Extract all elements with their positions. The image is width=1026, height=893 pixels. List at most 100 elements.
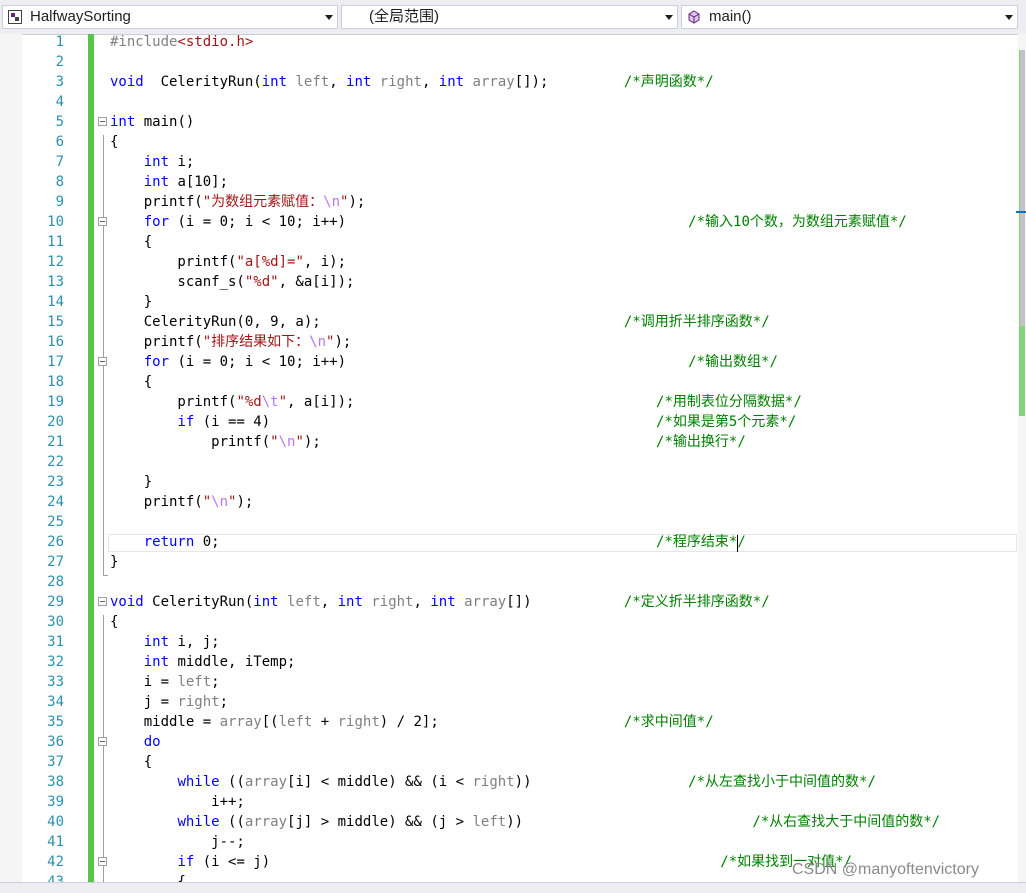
code-token: int	[438, 74, 465, 90]
code-line[interactable]: 14 }	[0, 292, 1018, 312]
code-line[interactable]: 30 {	[0, 612, 1018, 632]
collapse-icon[interactable]	[98, 857, 107, 866]
code-text: }	[110, 472, 152, 492]
code-line[interactable]: 41 j--;	[0, 832, 1018, 852]
code-comment: /*程序结束*/	[656, 534, 746, 550]
code-line[interactable]: 10 for (i = 0; i < 10; i++) /*输入10个数，为数组元…	[0, 212, 1018, 232]
line-number: 14	[47, 294, 64, 310]
code-text: }	[110, 552, 118, 572]
code-line[interactable]: 7 int i;	[0, 152, 1018, 172]
code-token: a[10];	[169, 174, 229, 190]
code-line[interactable]: 38 while ((array[i] < middle) && (i < ri…	[0, 772, 1018, 792]
chevron-down-icon[interactable]	[1005, 15, 1013, 20]
member-dropdown[interactable]: main()	[681, 5, 1018, 29]
code-line[interactable]: 39 i++;	[0, 792, 1018, 812]
code-token: for	[143, 354, 170, 370]
code-editor[interactable]: 1 #include<stdio.h> 2 3 void CelerityRun(int…	[0, 34, 1018, 882]
code-line[interactable]: 27}	[0, 552, 1018, 572]
line-number: 27	[47, 554, 64, 570]
code-line[interactable]: 18 {	[0, 372, 1018, 392]
code-line[interactable]: 13 scanf_s("%d", &a[i]);	[0, 272, 1018, 292]
code-token: array	[244, 814, 288, 830]
code-line[interactable]: 17 for (i = 0; i < 10; i++) /*输出数组*/	[0, 352, 1018, 372]
code-line[interactable]: 21 printf("\n");/*输出换行*/	[0, 432, 1018, 452]
collapse-icon[interactable]	[98, 357, 107, 366]
scrollbar-thumb[interactable]	[1020, 50, 1025, 326]
code-token: do	[143, 734, 161, 750]
code-line[interactable]: 37 {	[0, 752, 1018, 772]
code-line[interactable]: 9 printf("为数组元素赋值：\n");	[0, 192, 1018, 212]
code-line[interactable]: 3 void CelerityRun(int left, int right, i…	[0, 72, 1018, 92]
code-line[interactable]: 29 void CelerityRun(int left, int right, …	[0, 592, 1018, 612]
line-number: 39	[47, 794, 64, 810]
line-number: 25	[47, 514, 64, 530]
code-line[interactable]: 23 }	[0, 472, 1018, 492]
line-number: 29	[47, 594, 64, 610]
code-token: right	[337, 714, 380, 730]
code-line[interactable]: 16 printf("排序结果如下：\n");	[0, 332, 1018, 352]
code-token: left	[278, 714, 313, 730]
code-line[interactable]: 35 middle = array[(left + right) / 2]; /*…	[0, 712, 1018, 732]
chevron-down-icon[interactable]	[325, 15, 333, 20]
code-line[interactable]: 32 int middle, iTemp;	[0, 652, 1018, 672]
code-line[interactable]: 20 if (i == 4) /*如果是第5个元素*/	[0, 412, 1018, 432]
code-token: []);	[514, 74, 549, 90]
code-line[interactable]: 34 j = right;	[0, 692, 1018, 712]
code-line[interactable]: 6{	[0, 132, 1018, 152]
line-number: 18	[47, 374, 64, 390]
chevron-down-icon[interactable]	[665, 15, 673, 20]
code-line[interactable]: 25	[0, 512, 1018, 532]
code-token: ))	[514, 774, 532, 790]
code-token: printf(	[110, 194, 203, 210]
collapse-icon[interactable]	[98, 217, 107, 226]
code-line[interactable]: 15 CelerityRun(0, 9, a); /*调用折半排序函数*/	[0, 312, 1018, 332]
code-token: if	[177, 854, 195, 870]
code-line[interactable]: 11 {	[0, 232, 1018, 252]
code-line[interactable]: 26 return 0; /*程序结束*/	[0, 532, 1018, 552]
code-token: {	[110, 374, 153, 390]
code-line[interactable]: 36 do	[0, 732, 1018, 752]
code-token: );	[348, 194, 366, 210]
line-number: 10	[47, 214, 64, 230]
scope-dropdown[interactable]: (全局范围)	[341, 5, 678, 29]
line-number: 12	[47, 254, 64, 270]
code-token: printf(	[110, 394, 237, 410]
code-comment: /*从左查找小于中间值的数*/	[688, 774, 876, 790]
code-line[interactable]: 2	[0, 52, 1018, 72]
code-token: int	[253, 594, 279, 610]
code-line[interactable]: 1 #include<stdio.h>	[0, 34, 1018, 52]
code-line[interactable]: 22	[0, 452, 1018, 472]
code-line[interactable]: 40 while ((array[j] > middle) && (j > le…	[0, 812, 1018, 832]
code-line[interactable]: 28	[0, 572, 1018, 592]
code-token: {	[110, 754, 153, 770]
code-line[interactable]: 33 i = left;	[0, 672, 1018, 692]
code-line[interactable]: 12 printf("a[%d]=", i);	[0, 252, 1018, 272]
collapse-icon[interactable]	[98, 597, 107, 606]
code-text: scanf_s("%d", &a[i]);	[110, 272, 354, 292]
code-text: CelerityRun(0, 9, a);	[110, 312, 321, 332]
code-token: right	[379, 74, 422, 90]
project-dropdown[interactable]: HalfwaySorting	[2, 5, 338, 29]
collapse-icon[interactable]	[98, 737, 107, 746]
line-number: 43	[47, 874, 64, 882]
code-line[interactable]: 5 int main()	[0, 112, 1018, 132]
collapse-icon[interactable]	[98, 117, 107, 126]
code-line[interactable]: 4	[0, 92, 1018, 112]
code-token: CelerityRun(	[143, 594, 254, 610]
code-line[interactable]: 24 printf("\n");	[0, 492, 1018, 512]
code-token: \t	[261, 394, 279, 410]
code-line[interactable]: 8 int a[10];	[0, 172, 1018, 192]
cpp-project-icon	[8, 10, 22, 24]
code-comment: /*从右查找大于中间值的数*/	[752, 814, 941, 830]
code-line[interactable]: 31 int i, j;	[0, 632, 1018, 652]
code-line[interactable]: 19 printf("%d\t", a[i]); /*用制表位分隔数据*/	[0, 392, 1018, 412]
code-text: int i;	[110, 152, 195, 172]
code-token: +	[312, 714, 338, 730]
code-token: ))	[506, 814, 524, 830]
